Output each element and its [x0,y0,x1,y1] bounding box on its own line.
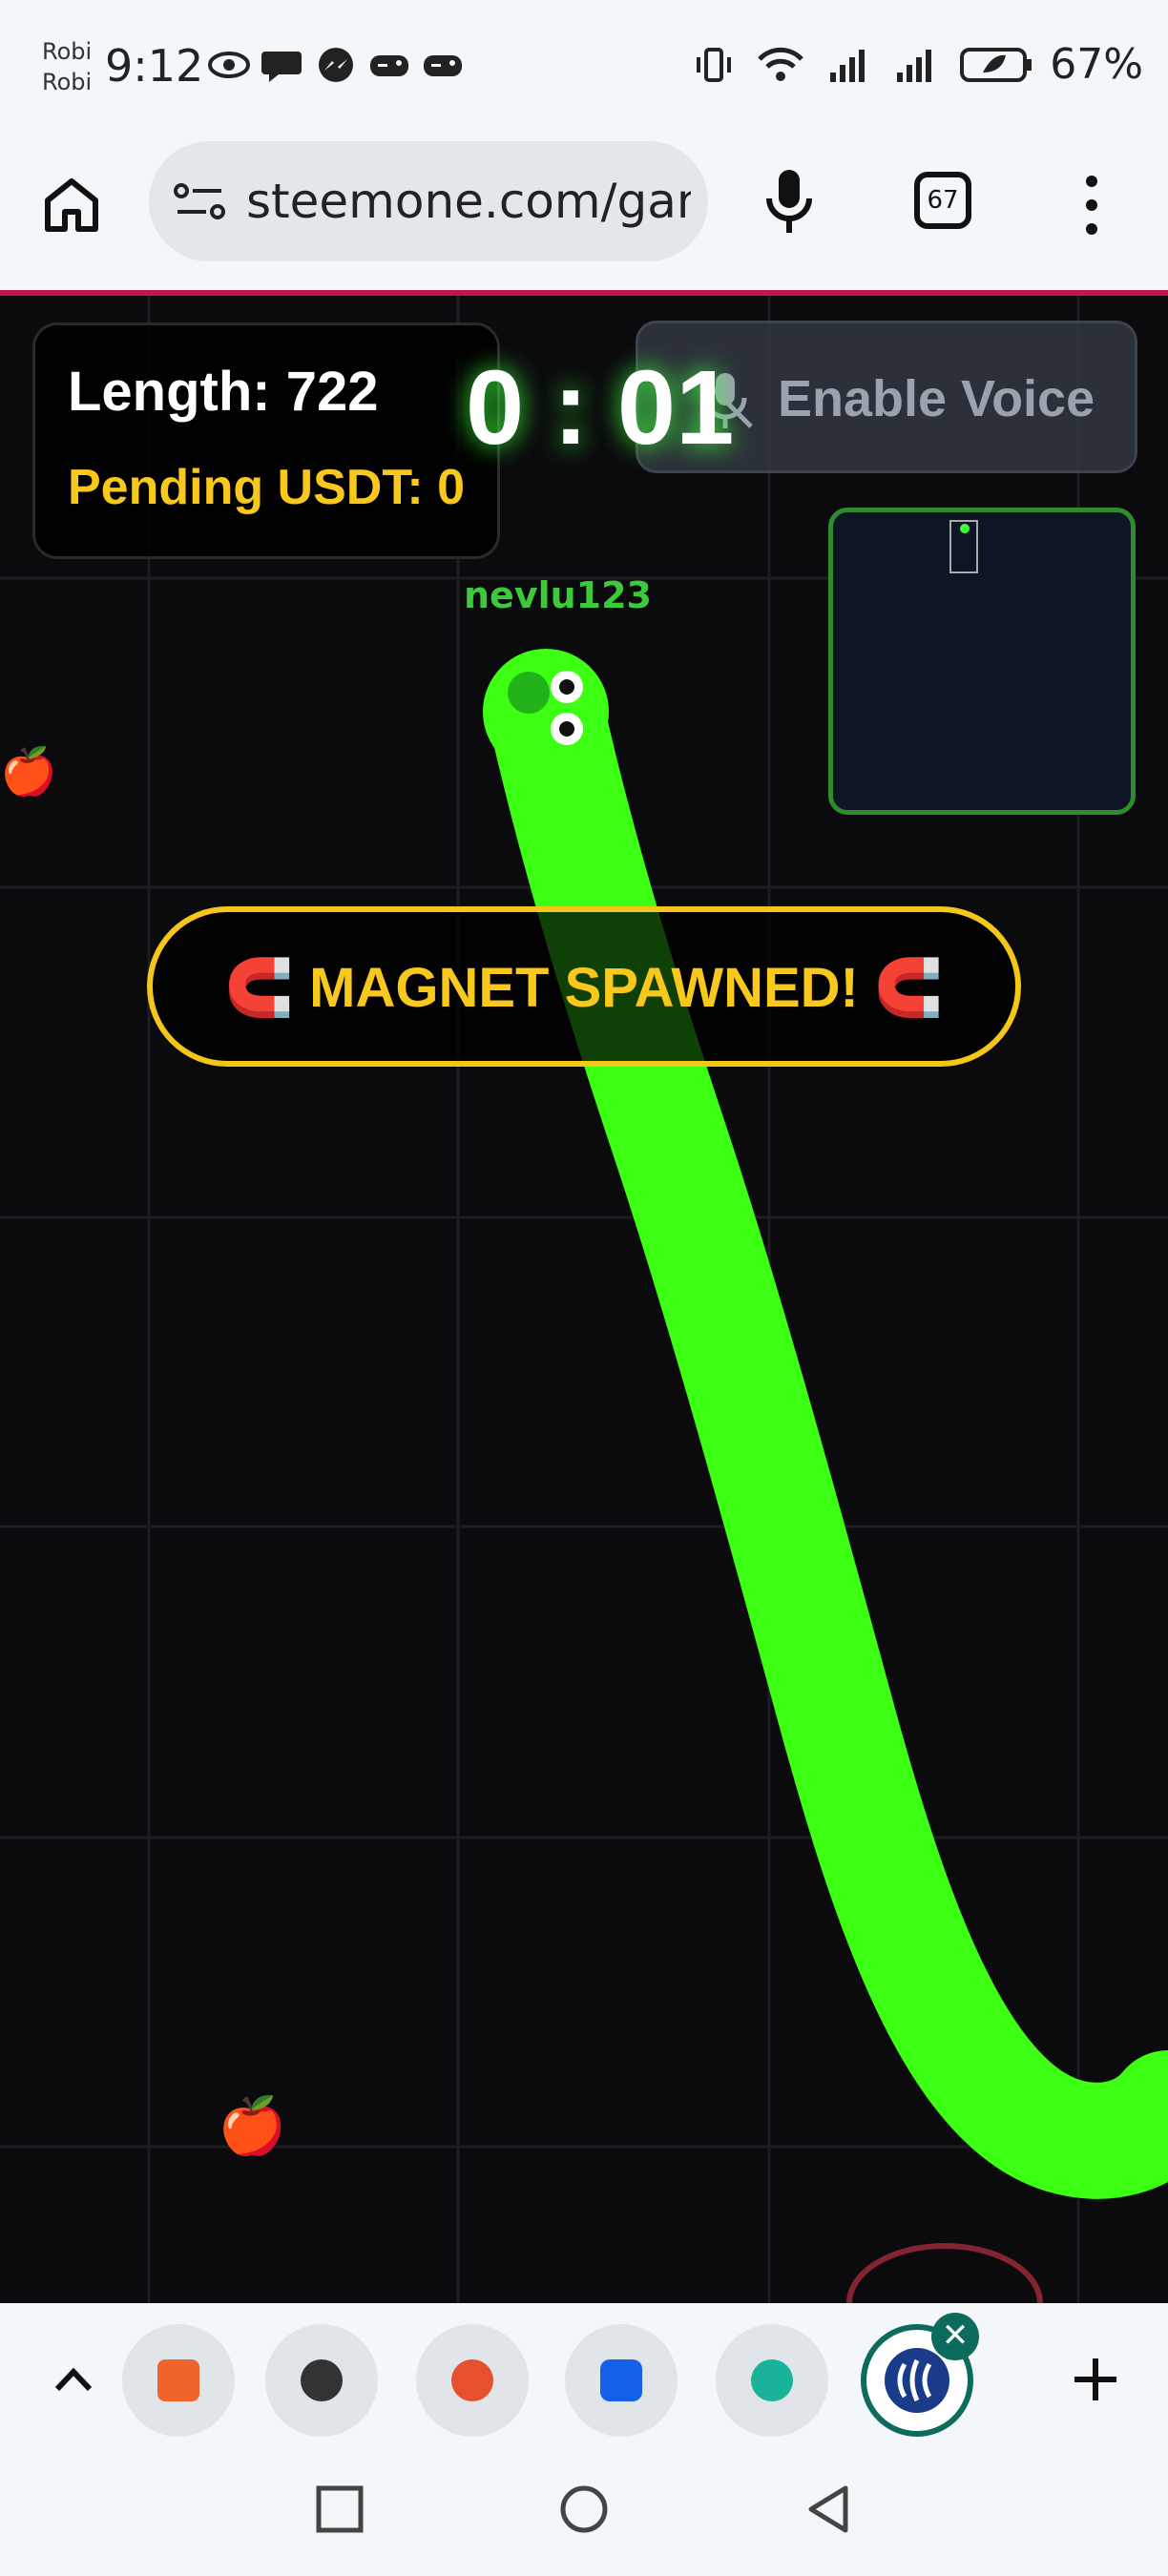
microphone-icon [766,170,812,233]
voice-search-button[interactable] [756,166,823,239]
expand-tabs-button[interactable] [50,2360,97,2399]
eye-icon [208,46,250,84]
tab-meta[interactable] [565,2324,678,2437]
apple-food: 🍎 [218,2093,287,2158]
player-name-label: nevlu123 [464,574,652,616]
signal-icon [897,50,931,82]
carrier-line-1: Robi [42,38,93,65]
battery-percentage: 67% [1050,40,1143,89]
status-bar: Robi Robi 9:12 67% [0,0,1168,134]
circle-icon [560,2485,608,2533]
wheel-icon [451,2359,493,2401]
tab-education[interactable] [122,2324,235,2437]
more-menu-button[interactable] [1073,172,1111,239]
notification-icons [208,46,464,84]
game-canvas[interactable]: 🍎 🍎 Length: 722 Pending USDT: 0 Enable V… [0,296,1168,2303]
chat-bubble-icon [261,46,303,84]
pending-usdt-label: Pending USDT: 0 [68,460,466,515]
signal-icon [830,50,865,82]
battery-saver-icon [960,48,1032,82]
banner-text: 🧲 MAGNET SPAWNED! 🧲 [224,957,944,1019]
messenger-icon [315,46,357,84]
meta-icon [600,2359,642,2401]
address-bar[interactable]: steemone.com/gam [149,141,708,261]
wifi-icon [758,47,803,81]
apple-food: 🍎 [0,745,57,799]
system-icons [693,44,1034,86]
back-button[interactable] [800,2481,857,2538]
snake-head [483,649,609,775]
recents-button[interactable] [311,2481,368,2538]
home-nav-button[interactable] [555,2481,613,2538]
new-tab-button[interactable] [1065,2349,1126,2410]
globe-icon [301,2359,343,2401]
tab-wheel[interactable] [416,2324,529,2437]
snake-head-spot [508,672,550,714]
game-controller-icon [368,46,410,84]
chevron-up-icon [54,2367,93,2392]
minimap-player-dot [960,524,970,533]
joystick-indicator [846,2243,1043,2303]
site-settings-icon[interactable] [174,181,227,223]
tab-globe[interactable] [265,2324,378,2437]
vibrate-icon [697,48,731,82]
home-icon [45,178,98,232]
tab-strip: ✕ [0,2303,1168,2576]
plus-icon [1074,2358,1116,2400]
chat-app-icon [751,2359,793,2401]
education-icon [157,2359,199,2401]
game-timer: 0 : 01 [466,349,735,467]
minimap [828,508,1136,815]
close-tab-button[interactable]: ✕ [931,2313,979,2360]
carrier-label: Robi Robi [42,36,92,97]
more-vertical-icon [1086,176,1097,235]
game-controller-icon [422,46,464,84]
back-triangle-icon [808,2485,848,2533]
home-button[interactable] [38,172,105,239]
enable-voice-label: Enable Voice [778,370,1095,427]
carrier-line-2: Robi [42,69,93,95]
tab-chat-app[interactable] [716,2324,828,2437]
magnet-spawned-banner: 🧲 MAGNET SPAWNED! 🧲 [147,906,1021,1067]
tab-switcher-button[interactable]: 67 [914,172,971,229]
square-icon [316,2485,364,2533]
clock: 9:12 [105,40,204,92]
url-text[interactable]: steemone.com/gam [246,174,691,229]
score-panel: Length: 722 Pending USDT: 0 [32,322,500,559]
length-label: Length: 722 [68,361,379,423]
